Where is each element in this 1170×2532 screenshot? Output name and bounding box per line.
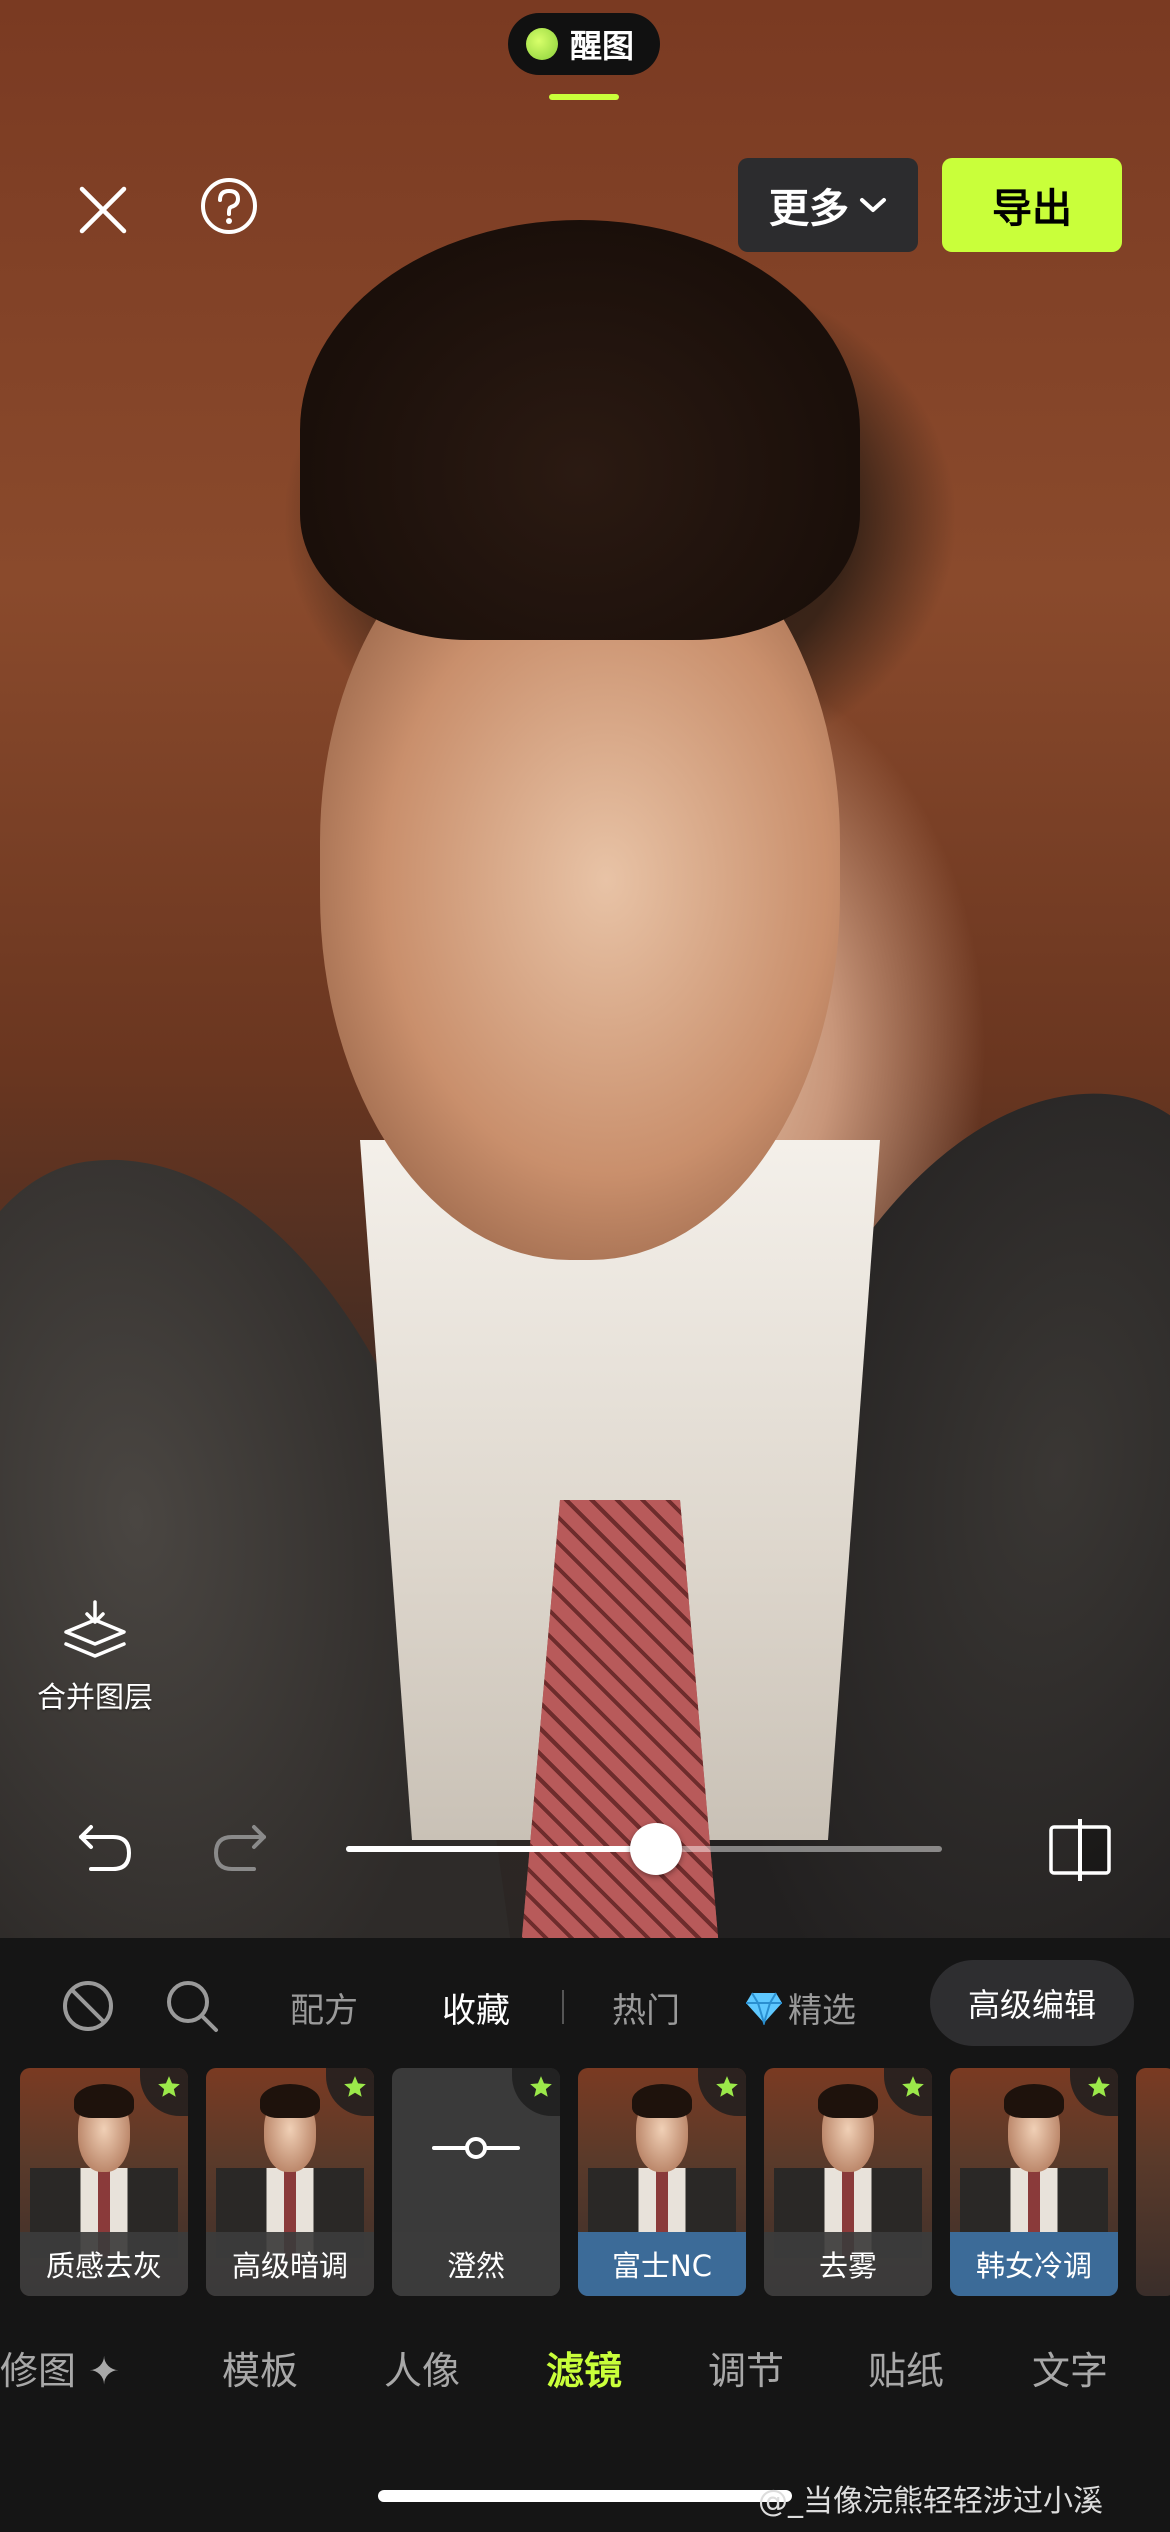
- active-tab-indicator: [549, 94, 619, 100]
- merge-layers-label: 合并图层: [36, 1680, 153, 1714]
- help-button[interactable]: [195, 172, 263, 240]
- star-icon: [902, 2076, 924, 2097]
- intensity-slider[interactable]: [346, 1823, 942, 1875]
- filter-item[interactable]: 质感去灰: [20, 2068, 188, 2296]
- advanced-edit-button[interactable]: 高级编辑: [930, 1960, 1134, 2046]
- tool-tab-portrait[interactable]: 人像: [384, 2340, 460, 2395]
- more-label: 更多: [769, 186, 849, 232]
- thumb-hair: [818, 2084, 878, 2118]
- filter-item[interactable]: 高级暗调: [206, 2068, 374, 2296]
- filter-name: 澄然: [392, 2232, 560, 2296]
- merge-layers-button[interactable]: 合并图层: [30, 1600, 160, 1716]
- tool-tab-stickers[interactable]: 贴纸: [868, 2340, 944, 2395]
- tool-tab-bar: 修图 ✦ 模板 人像 滤镜 调节 贴纸 文字: [0, 2330, 1170, 2410]
- tool-tab-templates[interactable]: 模板: [222, 2340, 298, 2395]
- favorite-badge: [1070, 2068, 1118, 2116]
- favorite-badge: [884, 2068, 932, 2116]
- tool-tab-text[interactable]: 文字: [1032, 2340, 1108, 2395]
- filter-item-partial[interactable]: [1136, 2068, 1170, 2296]
- favorite-badge: [698, 2068, 746, 2116]
- redo-button[interactable]: [205, 1818, 275, 1880]
- merge-layers-icon: [64, 1600, 126, 1658]
- app-indicator-pill: 醒图: [508, 13, 660, 75]
- filter-item[interactable]: 韩女冷调: [950, 2068, 1118, 2296]
- tool-tab-adjust[interactable]: 调节: [708, 2340, 784, 2395]
- tool-tab-retouch[interactable]: 修图 ✦: [0, 2340, 120, 2395]
- diamond-icon: [746, 1991, 782, 2025]
- none-icon[interactable]: [60, 1978, 116, 2034]
- photo-hair: [300, 220, 860, 640]
- undo-icon: [79, 1825, 132, 1871]
- tab-recipes[interactable]: 配方: [290, 1983, 358, 2032]
- favorite-badge: [512, 2068, 560, 2116]
- thumb-hair: [74, 2084, 134, 2118]
- compare-icon: [1049, 1819, 1111, 1881]
- filter-item[interactable]: 澄然: [392, 2068, 560, 2296]
- filter-name: 韩女冷调: [950, 2232, 1118, 2296]
- close-icon: [79, 186, 127, 234]
- filter-item[interactable]: 富士NC: [578, 2068, 746, 2296]
- chevron-down-icon: [860, 198, 886, 212]
- favorite-badge: [140, 2068, 188, 2116]
- slider-adjust-icon: [432, 2137, 520, 2159]
- watermark-text: @_当像浣熊轻轻涉过小溪: [758, 2484, 1103, 2519]
- filter-name: 质感去灰: [20, 2232, 188, 2296]
- slider-fill: [346, 1846, 656, 1852]
- star-icon: [158, 2076, 180, 2097]
- app-name: 醒图: [570, 27, 635, 65]
- thumb-hair: [1004, 2084, 1064, 2118]
- filter-name: 富士NC: [578, 2232, 746, 2296]
- tab-favorites[interactable]: 收藏: [442, 1983, 510, 2032]
- star-icon: [1088, 2076, 1110, 2097]
- tool-tab-filters[interactable]: 滤镜: [546, 2340, 622, 2395]
- redo-icon: [213, 1825, 266, 1871]
- home-indicator[interactable]: [378, 2490, 792, 2502]
- app-logo-icon: [526, 28, 558, 60]
- star-icon: [716, 2076, 738, 2097]
- filter-strip: 质感去灰 高级暗调 澄然 富士NC 去雾 韩女冷调: [0, 2068, 1170, 2298]
- undo-button[interactable]: [70, 1818, 140, 1880]
- filter-name: 高级暗调: [206, 2232, 374, 2296]
- thumb-hair: [632, 2084, 692, 2118]
- more-button[interactable]: 更多: [738, 158, 918, 252]
- star-icon: [530, 2076, 552, 2097]
- filter-name: 去雾: [764, 2232, 932, 2296]
- export-button[interactable]: 导出: [942, 158, 1122, 252]
- star-icon: [344, 2076, 366, 2097]
- tab-featured[interactable]: 精选: [744, 1983, 856, 2032]
- slider-knob[interactable]: [629, 1823, 682, 1875]
- filter-item[interactable]: 去雾: [764, 2068, 932, 2296]
- tab-popular[interactable]: 热门: [612, 1983, 680, 2032]
- search-icon[interactable]: [164, 1978, 220, 2034]
- tab-divider: [562, 1990, 564, 2024]
- photo-canvas[interactable]: [0, 0, 1170, 1938]
- tab-featured-label: 精选: [788, 1991, 856, 2031]
- close-button[interactable]: [68, 175, 138, 245]
- compare-button[interactable]: [1045, 1815, 1115, 1885]
- help-icon: [201, 178, 257, 234]
- filter-category-row: 配方 收藏 热门 精选 高级编辑: [0, 1938, 1170, 2068]
- favorite-badge: [326, 2068, 374, 2116]
- thumb-hair: [260, 2084, 320, 2118]
